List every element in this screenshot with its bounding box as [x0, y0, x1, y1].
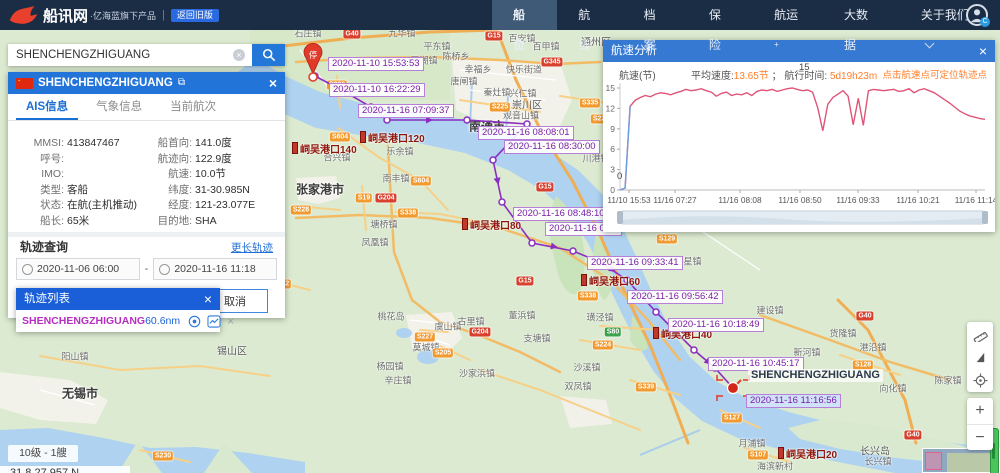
- nav-item-航运[interactable]: 航运+: [753, 0, 823, 30]
- nav-item-船位[interactable]: 船位: [492, 0, 557, 30]
- speed-series-line: [620, 88, 985, 190]
- speed-chart-icon[interactable]: [207, 315, 221, 328]
- speed-line-chart[interactable]: 0369121511/10 15:5311/16 07:2711/16 08:0…: [603, 80, 995, 232]
- ais-field: 船首向:141.0度: [142, 136, 279, 152]
- nav-item-航线[interactable]: 航线: [557, 0, 622, 30]
- app-window: 停 南通市无锡市张家港市通州区崇川区锡山区石庄镇九华镇百安镇百甲镇平东镇陈桥乡平…: [0, 0, 1000, 473]
- y-tick-label: 9: [610, 124, 615, 134]
- slider-handle-right: [982, 211, 988, 224]
- tab-气象信息[interactable]: 气象信息: [86, 94, 152, 120]
- search-button[interactable]: [252, 44, 285, 66]
- search-icon: [262, 48, 276, 62]
- clock-icon: [159, 264, 170, 275]
- x-tick-label: 11/16 09:33: [836, 195, 880, 205]
- china-flag-icon: [16, 78, 33, 89]
- nav-item-保险[interactable]: 保险: [688, 0, 753, 30]
- track-ship-name[interactable]: SHENCHENGZHIGUANG: [22, 315, 145, 327]
- avatar-badge: C: [980, 17, 990, 27]
- ais-field: 船长:65米: [14, 214, 142, 230]
- nav-divider: |: [162, 9, 165, 21]
- tab-AIS信息[interactable]: AIS信息: [16, 94, 78, 120]
- x-tick-label: 11/16 08:08: [718, 195, 762, 205]
- ais-field: 目的地:SHA: [142, 214, 279, 230]
- minimap[interactable]: [922, 448, 1000, 473]
- track-query-title: 轨迹查询: [20, 238, 68, 255]
- track-distance: 60.6nm: [145, 315, 180, 327]
- x-tick-label: 11/16 11:14: [955, 195, 995, 205]
- ais-field: 类型:客船: [14, 183, 142, 199]
- x-tick-label: 11/16 07:27: [653, 195, 697, 205]
- x-tick-label: 11/16 08:50: [778, 195, 822, 205]
- brand-name[interactable]: 船讯网: [43, 5, 88, 26]
- zoom-level-badge: 10级 - 1艘: [8, 445, 78, 462]
- slider-handle-left: [617, 211, 623, 224]
- max-value-label: 15: [799, 62, 810, 73]
- user-avatar[interactable]: C: [966, 4, 988, 26]
- y-tick-label: 6: [610, 144, 615, 154]
- date-separator: -: [145, 263, 149, 275]
- y-tick-label: 12: [606, 103, 616, 113]
- ais-field: 航速:10.0节: [142, 167, 279, 183]
- chart-hint: 点击航速点可定位轨迹点: [882, 67, 987, 81]
- ais-field: 呼号:: [14, 152, 142, 168]
- track-list-panel: 轨迹列表 × SHENCHENGZHIGUANG 60.6nm ×: [16, 288, 220, 332]
- clear-search-icon[interactable]: ×: [233, 49, 245, 61]
- tab-当前航次[interactable]: 当前航次: [160, 94, 226, 120]
- ais-field: 纬度:31-30.985N: [142, 183, 279, 199]
- longer-track-link[interactable]: 更长轨迹: [231, 240, 273, 255]
- external-link-icon[interactable]: ⧉: [178, 72, 185, 94]
- ais-field: 状态:在航(主机推动): [14, 198, 142, 214]
- nav-item-档案[interactable]: 档案: [623, 0, 688, 30]
- visibility-icon[interactable]: [188, 315, 201, 328]
- ais-fields: MMSI:413847467船首向:141.0度呼号:航迹向:122.9度IMO…: [14, 136, 279, 229]
- brand-subtitle: ·亿海蓝旗下产品: [90, 9, 156, 22]
- close-icon[interactable]: ×: [269, 72, 277, 94]
- date-from-input[interactable]: 2020-11-06 06:00: [16, 258, 140, 280]
- ship-tabs: AIS信息气象信息当前航次: [8, 94, 285, 121]
- top-nav: 船讯网 ·亿海蓝旗下产品 | 返回旧版 船位航线档案保险航运+大数据关于我们 C: [0, 0, 1000, 30]
- search-bar: ×: [8, 44, 285, 66]
- y-tick-label: 3: [610, 165, 615, 175]
- nav-menu: 船位航线档案保险航运+大数据关于我们: [492, 0, 1000, 30]
- track-list-row: SHENCHENGZHIGUANG 60.6nm ×: [16, 310, 220, 332]
- close-icon[interactable]: ×: [204, 288, 212, 310]
- speed-panel-header: 航速分析 ×: [603, 40, 995, 62]
- ship-panel-header: SHENCHENGZHIGUANG ⧉ ×: [8, 72, 285, 94]
- nav-item-大数据[interactable]: 大数据: [823, 0, 900, 30]
- x-tick-label: 11/10 15:53: [607, 195, 651, 205]
- locate-icon[interactable]: [973, 373, 988, 388]
- remove-track-icon[interactable]: ×: [227, 314, 234, 328]
- date-range-row: 2020-11-06 06:00 - 2020-11-16 11:18: [16, 258, 277, 280]
- ais-field: 经度:121-23.077E: [142, 198, 279, 214]
- map-toolbox: [967, 322, 993, 392]
- ais-field: MMSI:413847467: [14, 136, 142, 152]
- track-list-header: 轨迹列表 ×: [16, 288, 220, 310]
- brand-logo-icon: [8, 4, 38, 26]
- x-tick-label: 11/16 10:21: [896, 195, 940, 205]
- clock-icon: [22, 264, 33, 275]
- zoom-in-button[interactable]: +: [967, 398, 993, 424]
- min-value-label: 0: [617, 171, 622, 182]
- old-version-button[interactable]: 返回旧版: [171, 9, 219, 22]
- zoom-control: + −: [967, 398, 993, 450]
- y-tick-label: 15: [606, 83, 616, 93]
- zoom-out-button[interactable]: −: [967, 424, 993, 450]
- measure-ruler-icon[interactable]: [973, 327, 988, 342]
- coordinate-readout: 31 8 27.957 N: [0, 466, 130, 473]
- minimap-viewport: [925, 452, 942, 470]
- section-divider: [8, 232, 285, 237]
- ais-field: IMO:: [14, 167, 142, 183]
- ship-info-panel: SHENCHENGZHIGUANG ⧉ × AIS信息气象信息当前航次 MMSI…: [8, 72, 285, 318]
- date-to-input[interactable]: 2020-11-16 11:18: [153, 258, 277, 280]
- protractor-icon[interactable]: [974, 351, 987, 364]
- chevron-down-icon: [924, 39, 934, 49]
- close-icon[interactable]: ×: [979, 40, 987, 62]
- y-tick-label: 0: [610, 185, 615, 195]
- search-input[interactable]: [8, 44, 252, 66]
- speed-analysis-panel: 航速分析 × 航速(节) 平均速度:13.65节 ； 航行时间: 5d19h23…: [603, 40, 995, 232]
- ship-title: SHENCHENGZHIGUANG: [38, 72, 173, 94]
- ais-field: 航迹向:122.9度: [142, 152, 279, 168]
